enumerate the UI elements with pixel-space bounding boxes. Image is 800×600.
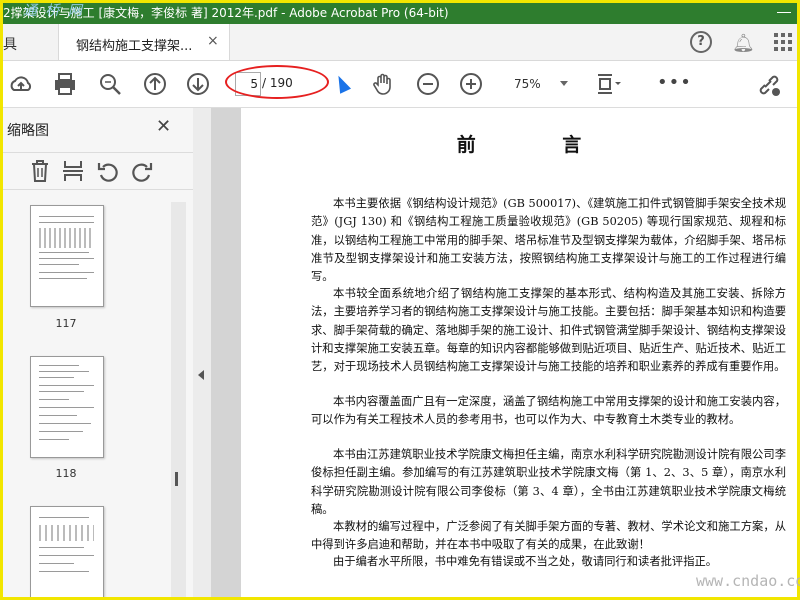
panel-scrollbar[interactable] (171, 202, 186, 597)
paragraph: 本教材的编写过程中，广泛参阅了有关脚手架方面的专著、教材、学术论文和施工方案，从… (311, 520, 786, 552)
title-bar: 2撑架设计与施工 [康文梅，李俊标 著] 2012年.pdf - Adobe A… (3, 3, 797, 24)
zoom-out-icon[interactable] (415, 71, 441, 97)
rotate-right-icon[interactable] (130, 159, 154, 183)
search-zoom-icon[interactable] (97, 71, 123, 97)
zoom-in-icon[interactable] (458, 71, 484, 97)
chevron-down-icon[interactable] (560, 81, 568, 86)
minimize-icon[interactable] (777, 12, 791, 13)
watermark-logo: 通 桥 网 (23, 3, 84, 19)
thumbnail-page-number: 117 (55, 317, 77, 330)
apps-grid-icon[interactable] (774, 33, 792, 51)
panel-title: 缩略图 (7, 123, 49, 139)
document-page: 前 言 本书主要依据《钢结构设计规范》(GB 500017)、《建筑施工扣件式钢… (241, 108, 797, 597)
thumbnails-panel: 缩略图 ✕ 117 118 (3, 108, 194, 597)
hand-tool-icon[interactable] (371, 71, 397, 97)
upload-cloud-icon[interactable] (8, 71, 34, 97)
tab-home[interactable]: 具 (3, 34, 17, 54)
print-icon[interactable] (52, 71, 78, 97)
share-link-icon[interactable] (755, 71, 781, 97)
more-options-icon[interactable]: ••• (657, 72, 692, 93)
tab-document-label: 钢结构施工支撑架... (76, 39, 193, 54)
main-toolbar: 5 / 190 75% ••• (3, 61, 797, 108)
paragraph: 本书主要依据《钢结构设计规范》(GB 500017)、《建筑施工扣件式钢管脚手架… (311, 197, 786, 284)
panel-collapse-handle[interactable] (193, 108, 211, 597)
trash-icon[interactable] (29, 159, 51, 183)
paragraph: 本书内容覆盖面广且有一定深度，涵盖了钢结构施工中常用支撑架的设计和施工安装内容，… (311, 395, 786, 427)
select-cursor-icon[interactable] (332, 73, 352, 94)
collapse-arrow-icon[interactable] (198, 370, 204, 380)
rotate-left-icon[interactable] (96, 159, 120, 183)
bell-icon[interactable]: 🔔︎ (732, 33, 755, 54)
annotation-oval (225, 65, 329, 99)
page-heading: 前 言 (456, 134, 622, 156)
app-window: 2撑架设计与施工 [康文梅，李俊标 著] 2012年.pdf - Adobe A… (0, 0, 800, 600)
help-icon[interactable]: ? (690, 31, 712, 53)
tab-bar: 具 钢结构施工支撑架... × ? 🔔︎ (3, 24, 797, 61)
paragraph: 由于编者水平所限，书中难免有错误或不当之处，敬请同行和读者批评指正。 (333, 555, 718, 568)
paragraph: 本书较全面系统地介绍了钢结构施工支撑架的基本形式、结构构造及其施工安装、拆除方法… (311, 287, 786, 374)
previous-page-icon[interactable] (142, 71, 168, 97)
next-page-icon[interactable] (185, 71, 211, 97)
scrollbar-thumb[interactable] (175, 472, 178, 486)
thumbnail-page[interactable] (30, 205, 104, 307)
close-panel-icon[interactable]: ✕ (156, 116, 171, 137)
document-viewport[interactable]: 前 言 本书主要依据《钢结构设计规范》(GB 500017)、《建筑施工扣件式钢… (211, 108, 797, 597)
page-fit-icon[interactable] (595, 71, 621, 97)
thumbnail-page[interactable] (30, 356, 104, 458)
tab-document[interactable]: 钢结构施工支撑架... × (58, 24, 230, 60)
thumbnail-tools (3, 152, 193, 190)
thumbnail-page-number: 118 (55, 467, 77, 480)
paragraph: 本书由江苏建筑职业技术学院康文梅担任主编，南京水利科学研究院勘测设计院有限公司李… (311, 448, 786, 516)
watermark-text: www.cndao.com (696, 572, 800, 590)
close-tab-icon[interactable]: × (207, 33, 219, 49)
extract-pages-icon[interactable] (62, 159, 84, 183)
thumbnail-page[interactable] (30, 506, 104, 597)
zoom-select[interactable]: 75% (514, 77, 541, 91)
